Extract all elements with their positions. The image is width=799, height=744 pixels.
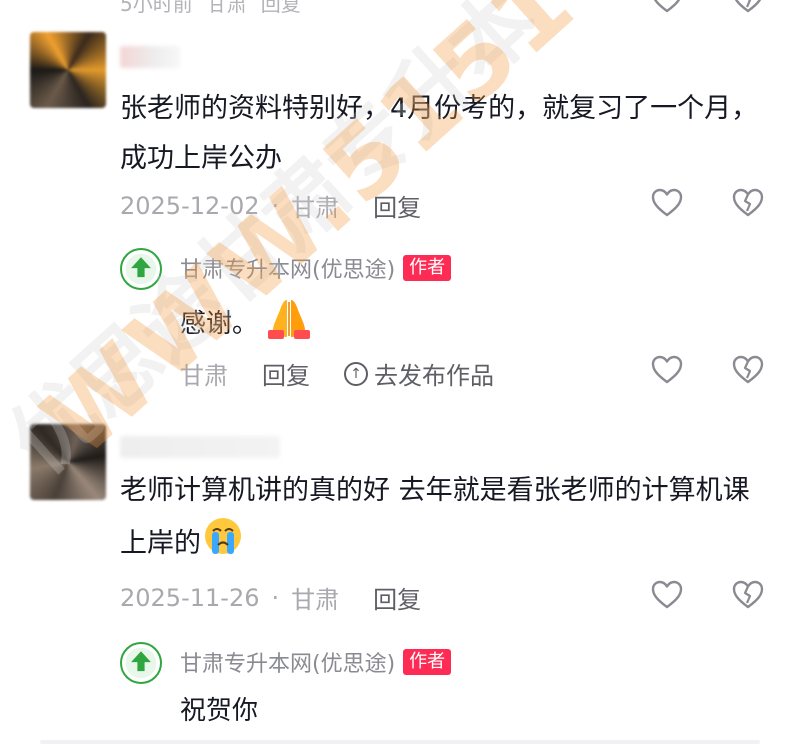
crying-face-icon [203,516,243,573]
comment-location: 甘肃 [291,586,340,614]
comment-text: 老师计算机讲的真的好 去年就是看张老师的计算机课上岸的 [120,466,770,573]
reply-button[interactable]: 回复 [262,356,310,391]
reply-text-row: 祝贺你 [180,690,258,727]
reply-text: 祝贺你 [180,696,259,726]
dislike-icon[interactable] [731,186,765,220]
upload-arrow-icon [125,253,157,285]
comment-date: 2025-12-02 [120,191,260,220]
dislike-icon[interactable] [731,0,765,16]
goto-publish-link[interactable]: ↑ 去发布作品 [344,356,494,391]
author-reply: 甘肃专升本网(优思途) 作者 感谢。 [120,248,770,348]
previous-comment-meta: 5小时前 甘肃 回复 [120,0,301,16]
avatar[interactable] [30,424,106,500]
divider [40,740,760,744]
comment-location: 甘肃 [291,194,340,222]
arrow-up-circle-icon: ↑ [344,361,368,386]
author-avatar[interactable] [120,642,162,684]
reply-button[interactable]: 回复 [373,188,421,223]
comment-text: 张老师的资料特别好，4月份考的，就复习了一个月，成功上岸公办 [120,93,759,174]
like-icon[interactable] [650,0,684,16]
reply-text-row: 感谢。 [180,296,312,347]
username-blurred[interactable] [120,46,180,68]
separator-dot: · [271,583,280,612]
author-badge: 作者 [403,255,452,281]
like-icon[interactable] [650,353,684,387]
avatar[interactable] [30,32,106,108]
comment-time: 5小时前 [120,0,193,16]
author-line: 甘肃专升本网(优思途) 作者 [180,646,452,678]
username-blurred[interactable] [120,436,280,458]
folded-hands-icon [266,296,312,347]
comment-location: 甘肃 [206,0,247,16]
reply-location: 甘肃 [180,362,228,390]
dislike-icon[interactable] [731,578,765,612]
goto-publish-label: 去发布作品 [374,362,494,390]
reply-button[interactable]: 回复 [261,0,301,17]
comment-meta: 2025-12-02 · 甘肃 回复 [120,188,421,223]
author-avatar[interactable] [120,248,162,290]
separator-dot: · [271,191,280,220]
comment-meta: 2025-11-26 · 甘肃 回复 [120,580,421,615]
dislike-icon[interactable] [731,353,765,387]
like-icon[interactable] [650,578,684,612]
watermark: WWW.515148.COM [21,0,799,480]
like-icon[interactable] [650,186,684,220]
upload-arrow-icon [125,647,157,679]
author-line: 甘肃专升本网(优思途) 作者 [180,252,452,284]
author-reply: 甘肃专升本网(优思途) 作者 祝贺你 [120,642,770,732]
reply-button[interactable]: 回复 [373,580,421,615]
author-reply-meta: 甘肃 回复 ↑ 去发布作品 [180,356,494,391]
author-name[interactable]: 甘肃专升本网(优思途) [180,252,395,284]
reply-text: 感谢。 [180,309,259,339]
author-name[interactable]: 甘肃专升本网(优思途) [180,646,395,678]
author-badge: 作者 [403,649,452,675]
comment-date: 2025-11-26 [120,583,260,612]
